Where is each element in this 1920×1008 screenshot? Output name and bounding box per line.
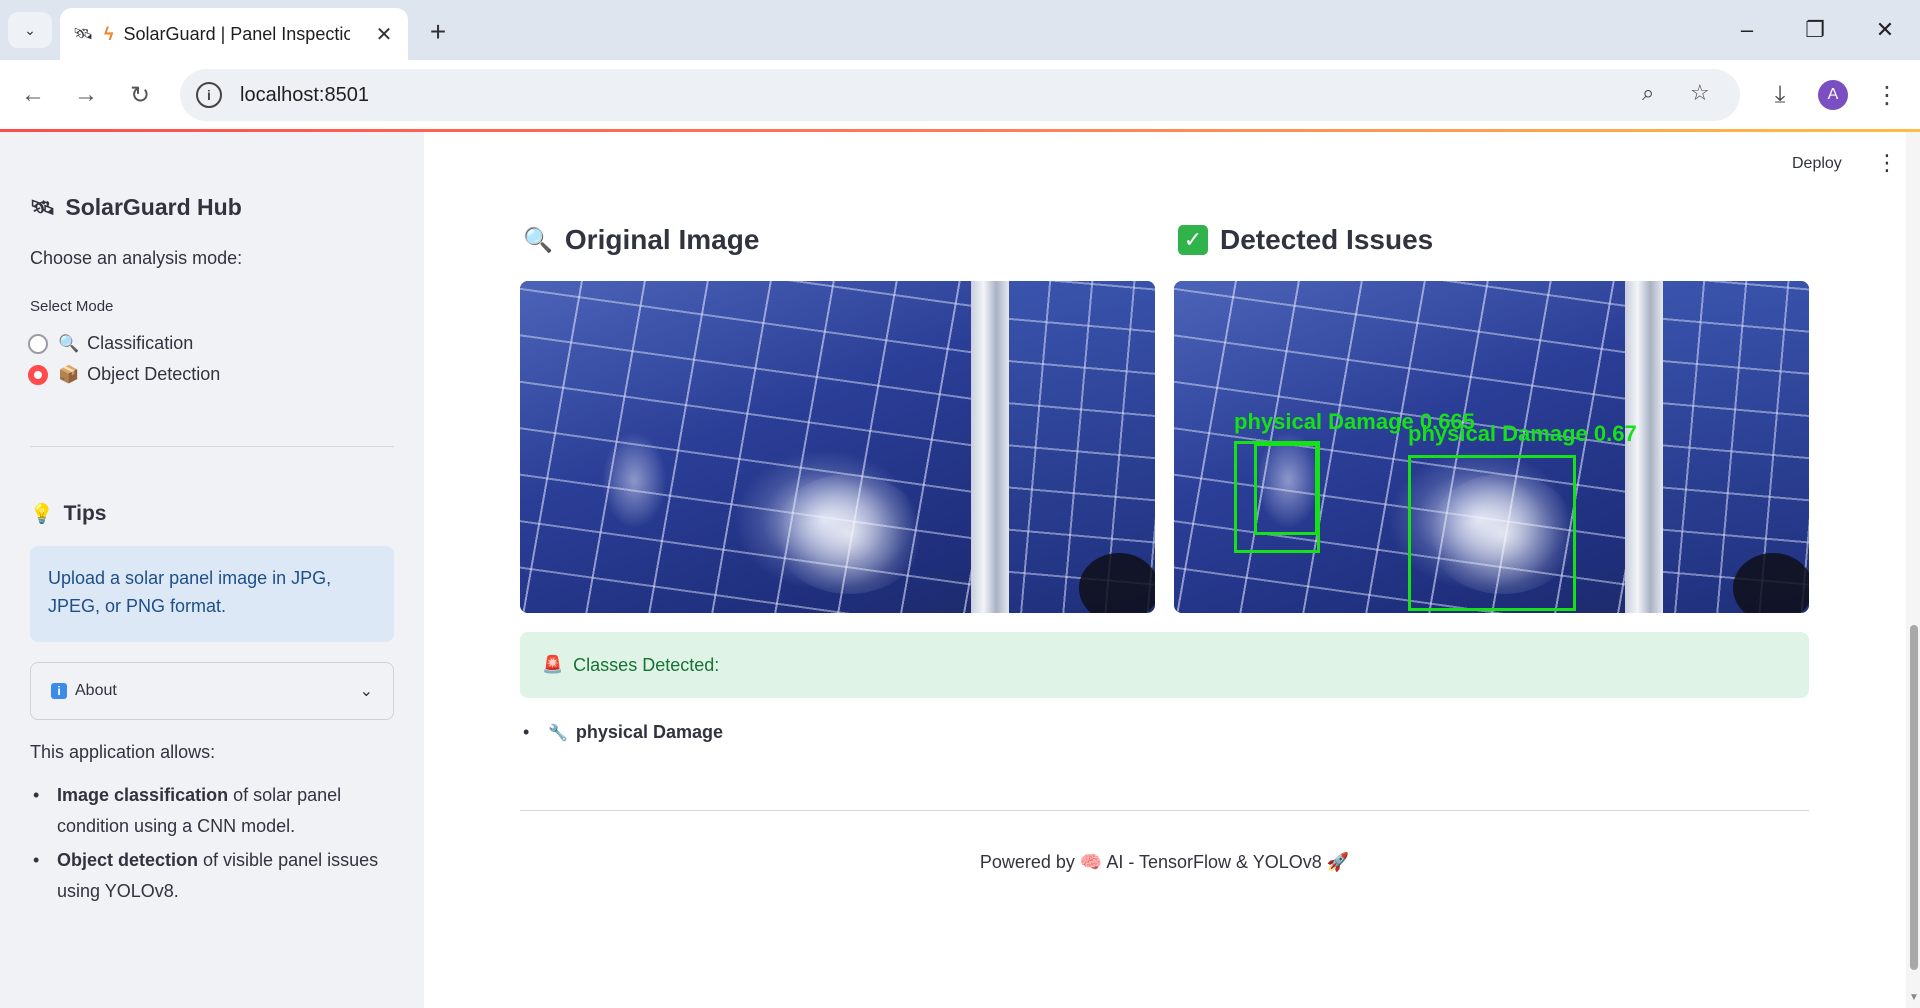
reload-button[interactable]: ↻ (121, 76, 159, 114)
sidebar-title: 🛰 SolarGuard Hub (30, 194, 242, 220)
satellite-icon: 🛰 (72, 26, 94, 43)
detected-image: physical Damage 0.665 physical Damage 0.… (1174, 281, 1809, 613)
about-label: About (75, 682, 117, 699)
new-tab-button[interactable]: + (420, 14, 456, 50)
sidebar-divider (30, 446, 394, 447)
minimize-icon: – (1740, 17, 1754, 42)
sidebar: 🛰 SolarGuard Hub Choose an analysis mode… (0, 132, 424, 1008)
profile-avatar[interactable]: A (1818, 80, 1848, 110)
browser-toolbar: ← → ↻ i localhost:8501 ⌕ ☆ ⤓ ⋮ (0, 60, 1920, 130)
address-bar[interactable]: i localhost:8501 ⌕ ☆ (180, 69, 1740, 121)
about-expander[interactable]: i About ⌄ (30, 662, 394, 720)
forward-icon: → (74, 81, 98, 108)
detected-issues-title: ✓ Detected Issues (1178, 224, 1433, 256)
browser-tab-bar: ⌄ 🛰 ϟ SolarGuard | Panel Inspection ✕ + … (0, 0, 1920, 60)
scroll-down-icon[interactable]: ▼ (1909, 992, 1919, 1003)
radio-button[interactable] (28, 333, 48, 354)
star-icon[interactable]: ☆ (1690, 80, 1710, 106)
magnifier-icon: 🔍 (523, 226, 553, 254)
download-button[interactable]: ⤓ (1761, 76, 1799, 114)
select-mode-label: Select Mode (30, 298, 114, 315)
chevron-down-icon: ⌄ (24, 21, 36, 38)
app-menu-icon[interactable]: ⋮ (1876, 152, 1898, 174)
reload-icon: ↻ (129, 81, 151, 109)
restore-icon: ❐ (1805, 17, 1825, 42)
detection-box (1254, 443, 1318, 535)
app-allows-text: This application allows: (30, 742, 216, 762)
check-icon: ✓ (1178, 225, 1208, 255)
info-icon: i (51, 683, 67, 699)
radio-label: Object Detection (87, 364, 221, 384)
satellite-icon: 🛰 (30, 197, 56, 219)
url-text: localhost:8501 (240, 83, 369, 106)
radio-button-selected[interactable] (28, 364, 48, 385)
classes-list: 🔧physical Damage (520, 722, 723, 743)
tips-heading: 💡 Tips (30, 502, 107, 525)
bolt-icon: ϟ (104, 23, 114, 44)
main-divider (520, 810, 1809, 811)
menu-button[interactable]: ⋮ (1868, 76, 1906, 114)
close-window-icon: ✕ (1875, 17, 1895, 42)
siren-icon: 🚨 (542, 655, 564, 674)
plus-icon: + (429, 16, 447, 47)
back-button[interactable]: ← (14, 76, 52, 114)
chevron-down-icon: ⌄ (359, 683, 373, 700)
wrench-icon: 🔧 (548, 725, 568, 742)
original-image-title: 🔍 Original Image (523, 224, 760, 255)
forward-button[interactable]: → (67, 76, 105, 114)
download-icon: ⤓ (1774, 81, 1786, 108)
list-item: Image classification of solar panel cond… (30, 780, 394, 842)
radio-label: Classification (87, 333, 194, 353)
footer-text: Powered by 🧠 AI - TensorFlow & YOLOv8 🚀 (979, 852, 1350, 872)
minimize-button[interactable]: – (1724, 12, 1770, 48)
original-image (520, 281, 1155, 613)
zoom-icon[interactable]: ⌕ (1642, 80, 1654, 106)
radio-classification[interactable]: 🔍 Classification (28, 333, 193, 354)
detection-label: physical Damage 0.67 (1408, 421, 1637, 446)
feature-list: Image classification of solar panel cond… (30, 780, 394, 910)
radio-object-detection[interactable]: 📦 Object Detection (28, 364, 220, 385)
close-icon[interactable]: ✕ (372, 22, 396, 47)
mode-prompt: Choose an analysis mode: (30, 248, 243, 268)
more-icon: ⋮ (1875, 81, 1899, 109)
lightbulb-icon: 💡 (30, 504, 54, 525)
close-window-button[interactable]: ✕ (1862, 12, 1908, 48)
tab-search-button[interactable]: ⌄ (8, 12, 52, 48)
tips-info-box: Upload a solar panel image in JPG, JPEG,… (30, 546, 394, 642)
list-item: 🔧physical Damage (520, 722, 723, 743)
package-icon: 📦 (58, 364, 80, 384)
browser-tab[interactable]: 🛰 ϟ SolarGuard | Panel Inspection ✕ (60, 8, 408, 60)
list-item: Object detection of visible panel issues… (30, 845, 394, 907)
tab-title: SolarGuard | Panel Inspection (123, 23, 350, 44)
scrollbar-thumb[interactable] (1910, 625, 1918, 970)
classes-detected-alert: 🚨 Classes Detected: (520, 632, 1809, 698)
deploy-button[interactable]: Deploy (1792, 155, 1842, 173)
back-icon: ← (21, 81, 45, 108)
info-icon[interactable]: i (196, 82, 222, 108)
detection-box (1408, 455, 1576, 611)
restore-button[interactable]: ❐ (1792, 12, 1838, 48)
magnifier-icon: 🔍 (58, 333, 80, 353)
